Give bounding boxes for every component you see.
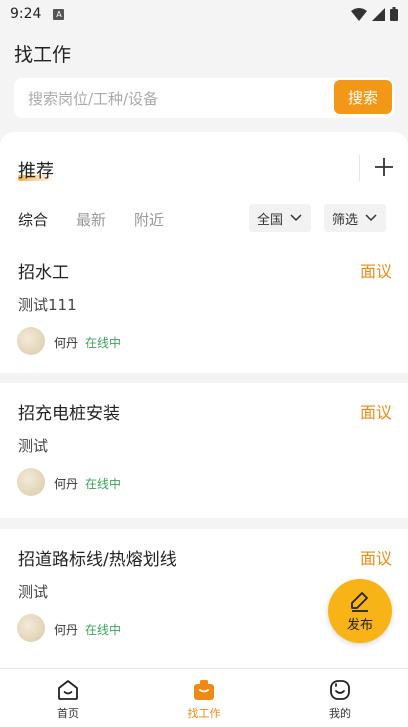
filter-button[interactable]: 筛选 [324,204,387,232]
publish-button[interactable]: 发布 [328,579,392,643]
page-title: 找工作 [14,44,72,66]
user-name: 何丹 [54,623,79,637]
status-bar: 9:24 A [0,0,408,28]
smile-icon [330,680,350,700]
wifi-icon [351,7,367,21]
chevron-down-icon [290,214,302,222]
bottom-tabbar: 首页 找工作 我的 [0,668,408,727]
job-salary: 面议 [359,549,392,568]
tab-latest[interactable]: 最新 [76,209,106,230]
edit-icon [351,591,368,612]
avatar [17,468,45,496]
briefcase-icon [194,680,214,700]
search-button[interactable]: 搜索 [334,80,392,114]
avatar [17,327,45,355]
user-name: 何丹 [54,477,79,491]
tab-nearby[interactable]: 附近 [134,209,164,230]
job-description: 测试 [18,583,49,601]
publish-label: 发布 [346,617,373,633]
user-name: 何丹 [54,336,79,350]
tabbar-label: 找工作 [187,707,221,720]
signal-icon [372,7,385,21]
job-card[interactable]: 招充电桩安装 面议 测试 何丹 在线中 [0,383,408,518]
divider [359,155,360,181]
job-card[interactable]: 招水工 面议 测试111 何丹 在线中 [0,242,408,373]
add-icon[interactable] [372,155,396,179]
job-description: 测试 [18,437,49,455]
search-placeholder: 搜索岗位/工种/设备 [28,89,159,108]
avatar [17,614,45,642]
tab-comprehensive[interactable]: 综合 [18,209,48,230]
chevron-down-icon [365,214,377,222]
battery-icon [390,7,398,21]
recommend-panel: 推荐 综合 最新 附近 全国 筛选 [0,132,408,242]
job-title: 招充电桩安装 [18,404,120,424]
job-description: 测试111 [18,296,77,314]
job-title: 招水工 [18,263,69,283]
tabs: 综合 最新 附近 [18,209,164,230]
section-title: 推荐 [18,161,54,182]
job-salary: 面议 [359,403,392,422]
region-label: 全国 [257,212,284,228]
home-icon [58,680,78,700]
search-input[interactable]: 搜索岗位/工种/设备 搜索 [14,78,394,118]
notification-icon: A [53,8,65,20]
user-status: 在线中 [85,477,122,491]
tabbar-label: 我的 [329,707,351,720]
tabbar-item-mine[interactable]: 我的 [272,669,408,727]
tabbar-item-home[interactable]: 首页 [0,669,136,727]
status-time: 9:24 [10,6,42,22]
job-title: 招道路标线/热熔划线 [18,550,177,570]
filter-label: 筛选 [332,212,359,228]
region-filter[interactable]: 全国 [249,204,312,232]
tabbar-label: 首页 [57,707,79,720]
status-indicators [351,7,398,21]
job-salary: 面议 [359,262,392,281]
user-status: 在线中 [85,336,122,350]
user-status: 在线中 [85,623,122,637]
tabbar-item-find-job[interactable]: 找工作 [136,669,272,727]
